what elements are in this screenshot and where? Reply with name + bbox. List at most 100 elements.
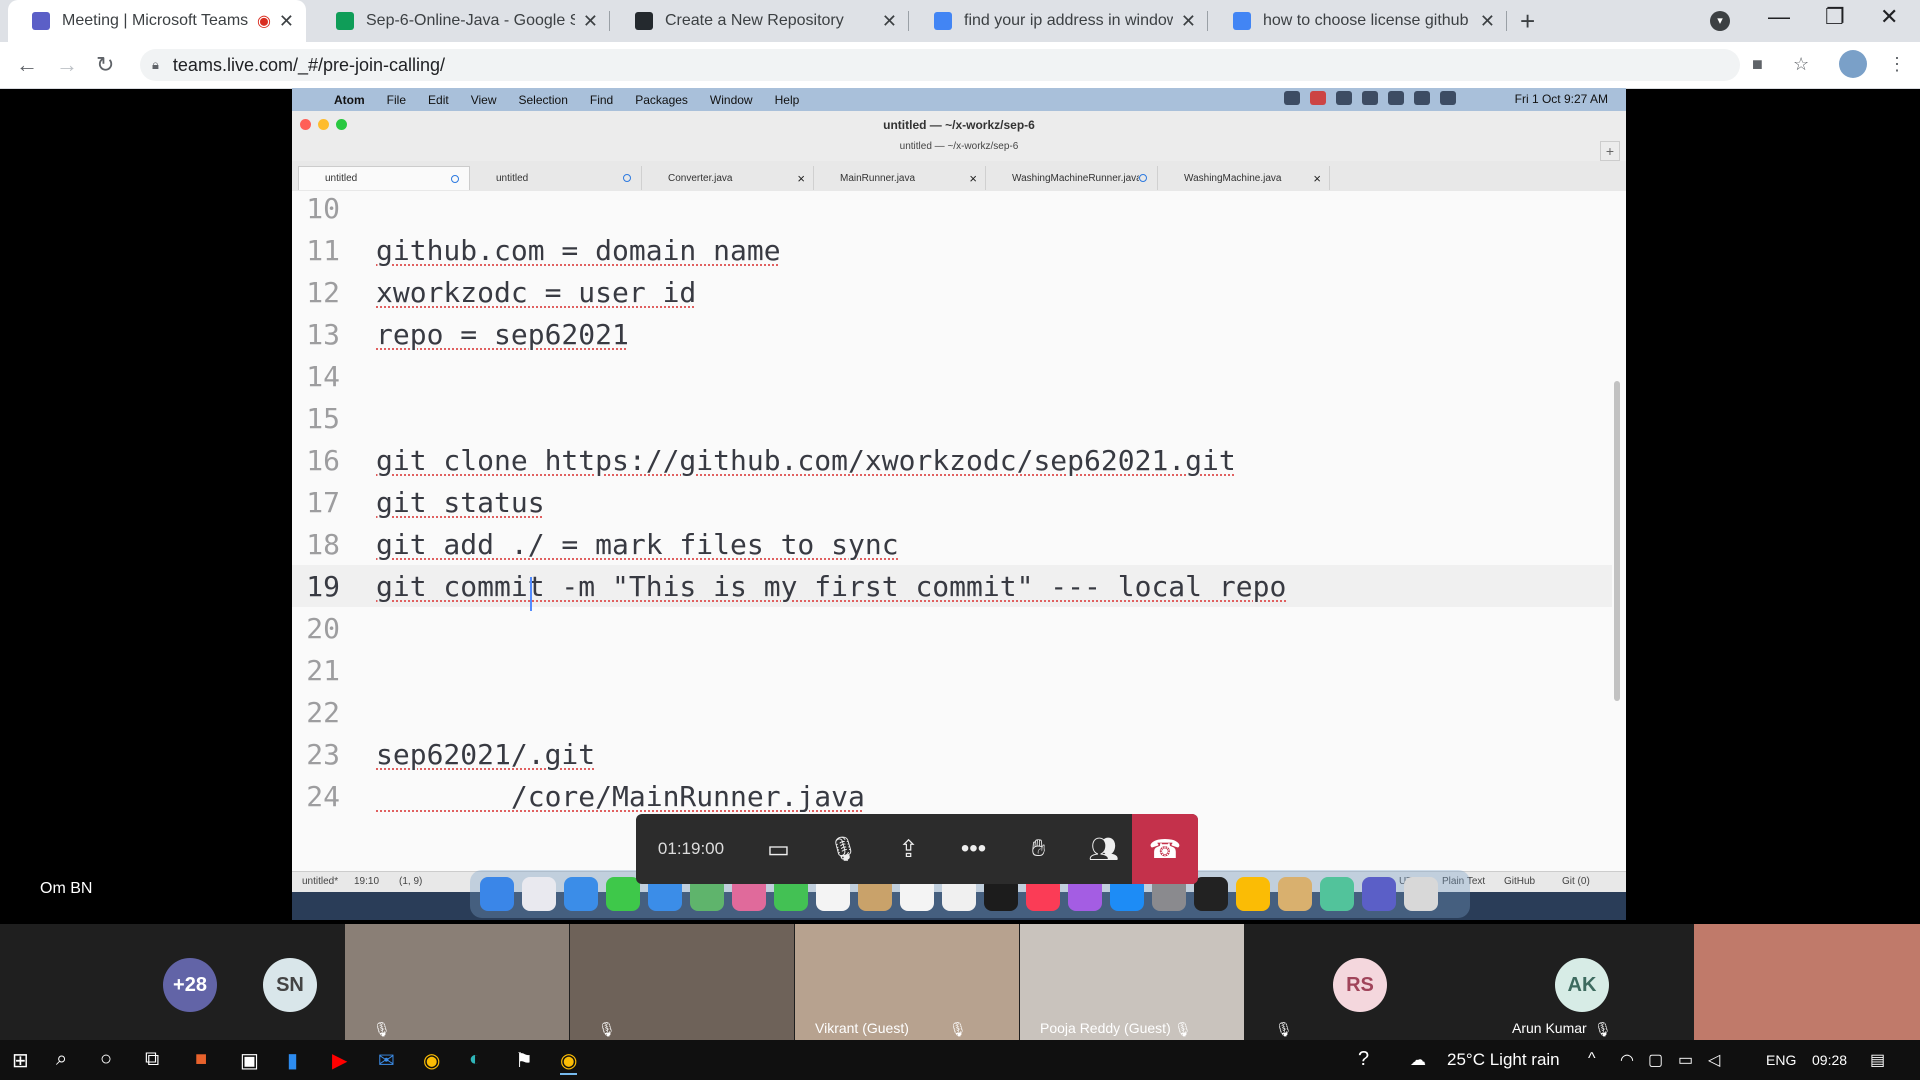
close-tab-icon[interactable]: ✕ — [583, 11, 598, 32]
code-line[interactable]: 11 github.com = domain name — [292, 229, 1612, 271]
task-view-icon[interactable]: ⧉ — [145, 1048, 159, 1071]
language-indicator[interactable]: ENG — [1766, 1052, 1796, 1068]
close-window-icon[interactable]: ✕ — [1880, 4, 1898, 30]
mac-menu-item[interactable]: Find — [590, 93, 613, 107]
edge-icon[interactable]: ◐ — [469, 1048, 481, 1071]
store-icon[interactable]: ▣ — [240, 1048, 259, 1073]
dock-app-icon[interactable] — [1362, 877, 1396, 911]
meet-now-icon[interactable]: ▢ — [1648, 1050, 1663, 1070]
code-line[interactable]: 20 — [292, 607, 1612, 649]
browser-tab[interactable]: Meeting | Microsoft Teams ◉ ✕ — [8, 0, 306, 42]
dock-app-icon[interactable] — [564, 877, 598, 911]
show-hidden-icon[interactable]: ^ — [1588, 1050, 1596, 1068]
participants-icon[interactable]: 👥︎ — [1071, 835, 1136, 864]
browser-tab[interactable]: Create a New Repository ✕ — [611, 0, 909, 42]
participant-avatar[interactable]: RS — [1333, 958, 1387, 1012]
office-icon[interactable]: ■ — [195, 1048, 207, 1071]
start-icon[interactable]: ⊞ — [12, 1048, 29, 1073]
browser-tab[interactable]: how to choose license github - Google ✕ — [1209, 0, 1507, 42]
dock-app-icon[interactable] — [1404, 877, 1438, 911]
mac-menu-item[interactable]: Packages — [635, 93, 688, 107]
hang-up-button[interactable]: ☎︎ — [1132, 814, 1198, 884]
mac-menu-item[interactable]: File — [387, 93, 406, 107]
forward-icon[interactable]: → — [56, 52, 78, 78]
tab-search-icon[interactable]: ▾ — [1710, 11, 1730, 31]
mac-menu-item[interactable]: Selection — [519, 93, 568, 107]
reload-icon[interactable]: ↻ — [96, 52, 114, 78]
chrome-active-icon[interactable]: ◉ — [560, 1048, 578, 1075]
volume-icon[interactable]: ◁ — [1708, 1050, 1720, 1070]
search-icon[interactable]: ⌕ — [56, 1048, 67, 1071]
editor-tab[interactable]: untitled — [298, 166, 470, 190]
raise-hand-icon[interactable]: ✋︎ — [1006, 835, 1071, 863]
mail-icon[interactable]: ✉ — [378, 1048, 395, 1073]
code-line[interactable]: 17 git status — [292, 481, 1612, 523]
mic-off-icon[interactable]: 🎙︎ — [811, 835, 876, 864]
cortana-icon[interactable]: ○ — [100, 1048, 112, 1071]
browser-tab[interactable]: Sep-6-Online-Java - Google Sheets ✕ — [312, 0, 610, 42]
participant-video[interactable]: 🎙︎ — [1694, 924, 1920, 1040]
more-participants-badge[interactable]: +28 — [163, 958, 217, 1012]
code-line[interactable]: 14 — [292, 355, 1612, 397]
browser-tab[interactable]: find your ip address in windows 10 ✕ — [910, 0, 1208, 42]
code-line[interactable]: 12 xworkzodc = user id — [292, 271, 1612, 313]
close-tab-icon[interactable]: ✕ — [279, 11, 294, 32]
participant-video[interactable]: 🎙︎ — [345, 924, 569, 1040]
mac-menu-item[interactable]: View — [471, 93, 497, 107]
help-icon[interactable]: ? — [1358, 1048, 1369, 1071]
battery-icon[interactable]: ▭ — [1678, 1050, 1693, 1070]
chrome-menu-icon[interactable]: ⋮ — [1888, 54, 1906, 75]
editor-tab[interactable]: Converter.java × — [642, 166, 814, 190]
editor-tab[interactable]: MainRunner.java × — [814, 166, 986, 190]
url-text[interactable]: teams.live.com/_#/pre-join-calling/ — [173, 55, 445, 76]
code-line[interactable]: 15 — [292, 397, 1612, 439]
new-tab-button[interactable]: + — [1520, 6, 1535, 37]
close-tab-icon[interactable]: × — [797, 171, 805, 186]
profile-avatar[interactable] — [1839, 50, 1867, 78]
editor-tab[interactable]: WashingMachineRunner.java — [986, 166, 1158, 190]
code-line[interactable]: 18 git add ./ = mark files to sync — [292, 523, 1612, 565]
participant-video[interactable]: Vikrant (Guest) 🎙︎ — [795, 924, 1019, 1040]
network-icon[interactable]: ◠ — [1620, 1050, 1634, 1070]
chrome-icon[interactable]: ◉ — [423, 1048, 440, 1073]
close-tab-icon[interactable]: ✕ — [882, 11, 897, 32]
file-icon[interactable]: ▮ — [287, 1048, 298, 1073]
participant-video[interactable]: 🎙︎ — [570, 924, 794, 1040]
restore-icon[interactable]: ❐ — [1825, 4, 1845, 30]
dock-app-icon[interactable] — [606, 877, 640, 911]
code-line[interactable]: 16 git clone https://github.com/xworkzodc… — [292, 439, 1612, 481]
close-tab-icon[interactable]: × — [1313, 171, 1321, 186]
code-line[interactable]: 10 — [292, 191, 1612, 229]
notifications-icon[interactable]: ▤ — [1870, 1050, 1885, 1070]
mac-menu-item[interactable]: Edit — [428, 93, 449, 107]
more-actions-icon[interactable]: ••• — [941, 835, 1006, 863]
close-tab-icon[interactable]: ✕ — [1181, 11, 1196, 32]
weather-icon[interactable]: ☁ — [1410, 1050, 1426, 1070]
code-line[interactable]: 19 git commit -m "This is my first commit… — [292, 565, 1612, 607]
youtube-icon[interactable]: ▶ — [332, 1048, 347, 1073]
code-line[interactable]: 13 repo = sep62021 — [292, 313, 1612, 355]
camera-blocked-icon[interactable]: ■ — [1752, 54, 1763, 75]
omnibox[interactable]: 🔒︎ teams.live.com/_#/pre-join-calling/ — [140, 49, 1740, 81]
weather-text[interactable]: 25°C Light rain — [1447, 1050, 1560, 1070]
dock-app-icon[interactable] — [480, 877, 514, 911]
participant-video[interactable]: Pooja Reddy (Guest) 🎙︎ — [1020, 924, 1244, 1040]
editor-tab[interactable]: untitled — [470, 166, 642, 190]
participant-avatar[interactable]: SN — [263, 958, 317, 1012]
bookmark-star-icon[interactable]: ☆ — [1793, 54, 1809, 75]
mac-menu-item[interactable]: Window — [710, 93, 753, 107]
editor-tab[interactable]: WashingMachine.java × — [1158, 166, 1330, 190]
back-icon[interactable]: ← — [16, 52, 38, 78]
dock-app-icon[interactable] — [1320, 877, 1354, 911]
share-screen-icon[interactable]: ⇪ — [876, 835, 941, 864]
mac-menu-item[interactable]: Help — [775, 93, 800, 107]
lock-icon[interactable]: 🔒︎ — [152, 57, 159, 73]
dock-app-icon[interactable] — [1236, 877, 1270, 911]
close-tab-icon[interactable]: ✕ — [1480, 11, 1495, 32]
dock-app-icon[interactable] — [1278, 877, 1312, 911]
code-line[interactable]: 21 — [292, 649, 1612, 691]
dock-app-icon[interactable] — [1194, 877, 1228, 911]
close-tab-icon[interactable]: × — [969, 171, 977, 186]
code-line[interactable]: 23 sep62021/.git — [292, 733, 1612, 775]
minimize-icon[interactable]: — — [1768, 4, 1790, 30]
